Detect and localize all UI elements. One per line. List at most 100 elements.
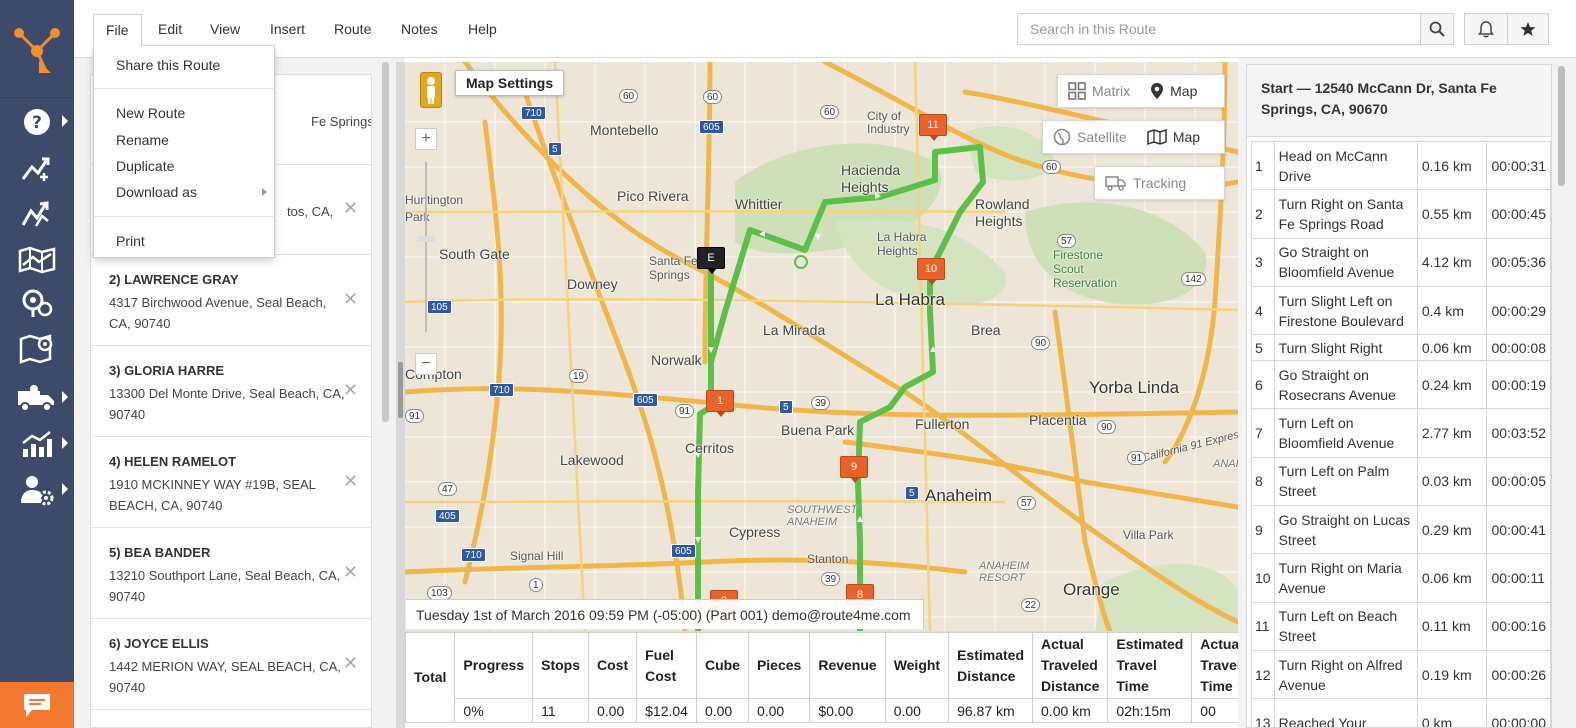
file-menu-dropdown: Share this Route New Route Rename Duplic… [93, 45, 275, 258]
city-label: Cypress [729, 524, 781, 540]
direction-row[interactable]: 2 Turn Right on Santa Fe Springs Road 0.55… [1251, 189, 1551, 239]
direction-row[interactable]: 1 Head on McCann Drive 0.16 km 00:00:31 [1251, 140, 1551, 191]
remove-stop-icon[interactable]: ✕ [343, 199, 358, 217]
menu-help[interactable]: Help [456, 14, 509, 46]
satellite-button[interactable]: Satellite [1043, 121, 1137, 153]
new-route-menu-item[interactable]: New Route [116, 105, 185, 121]
stop-item[interactable]: 6) JOYCE ELLIS 1442 MERION WAY, SEAL BEA… [91, 620, 371, 710]
highway-shield: 90 [1031, 336, 1051, 350]
direction-row[interactable]: 3 Go Straight on Bloomfield Avenue 4.12 km… [1251, 237, 1551, 287]
menu-file[interactable]: File [93, 14, 142, 46]
stop-item[interactable]: 5) BEA BANDER 13210 Southport Lane, Seal… [91, 529, 371, 619]
remove-stop-icon[interactable]: ✕ [343, 563, 358, 581]
street-view-pegman-icon[interactable] [420, 72, 442, 108]
map-view-button[interactable]: Map [1140, 75, 1207, 107]
roadmap-button[interactable]: Map [1137, 121, 1210, 153]
locations-rail-button[interactable] [0, 282, 74, 326]
highway-shield: 22 [1021, 598, 1041, 612]
globe-icon [1053, 128, 1071, 146]
expand-caret-icon [62, 391, 68, 403]
menu-view[interactable]: View [198, 14, 252, 46]
route-totals-table: Total Progress Stops Cost Fuel Cost Cube… [405, 631, 1238, 728]
remove-stop-icon[interactable]: ✕ [343, 381, 358, 399]
menu-route[interactable]: Route [322, 14, 383, 46]
rename-menu-item[interactable]: Rename [116, 132, 169, 148]
column-header: Pieces [747, 632, 811, 699]
stop-marker[interactable]: 9 [840, 456, 868, 483]
step-instruction: Turn Right on Alfred Avenue [1273, 649, 1418, 700]
direction-row[interactable]: 4 Turn Slight Left on Firestone Boulevard… [1251, 285, 1551, 336]
tracking-button[interactable]: Tracking [1094, 166, 1225, 200]
favorites-button[interactable] [1507, 13, 1549, 45]
share-route-menu-item[interactable]: Share this Route [116, 57, 220, 73]
zoom-slider-handle[interactable] [417, 236, 435, 242]
map-settings-button[interactable]: Map Settings [455, 70, 565, 96]
table-cell: 0% [454, 698, 534, 723]
map-routes-rail-button[interactable] [0, 238, 74, 282]
stops-scrollbar[interactable] [382, 62, 389, 422]
remove-stop-icon[interactable]: ✕ [343, 290, 358, 308]
remove-stop-icon[interactable]: ✕ [343, 654, 358, 672]
notifications-button[interactable] [1464, 13, 1508, 45]
direction-row[interactable]: 13 Reached Your 0 km 00:00:00 [1251, 698, 1551, 727]
route-end-marker[interactable]: E [697, 247, 725, 274]
add-route-rail-button[interactable] [0, 146, 74, 190]
direction-row[interactable]: 8 Turn Left on Palm Street 0.03 km 00:00:05 [1251, 456, 1551, 507]
step-number: 7 [1251, 408, 1275, 458]
city-label: Huntington Park [405, 193, 464, 224]
stop-marker[interactable]: 11 [919, 114, 947, 141]
highway-shield: 60 [1042, 160, 1062, 174]
fleet-rail-button[interactable] [0, 376, 74, 420]
analytics-rail-button[interactable] [0, 422, 74, 466]
settings-icon [21, 476, 54, 506]
table-cell: 0.00 [695, 698, 749, 723]
chat-button[interactable] [0, 682, 74, 728]
territories-rail-button[interactable] [0, 326, 74, 370]
help-rail-button[interactable]: ? [0, 100, 74, 144]
directions-scrollbar[interactable] [1558, 66, 1565, 186]
direction-row[interactable]: 12 Turn Right on Alfred Avenue 0.19 km 00:0… [1251, 649, 1551, 700]
step-instruction: Turn Left on Beach Street [1273, 601, 1418, 651]
direction-row[interactable]: 5 Turn Slight Right 0.06 km 00:00:08 [1251, 334, 1551, 362]
direction-row[interactable]: 10 Turn Right on Maria Avenue 0.06 km 00:00… [1251, 553, 1551, 603]
zoom-slider-track[interactable] [425, 162, 427, 332]
zoom-in-button[interactable]: + [415, 128, 437, 150]
route4me-logo[interactable] [0, 0, 74, 98]
highway-shield: 1 [529, 578, 543, 592]
help-icon: ? [24, 109, 50, 135]
zoom-out-button[interactable]: − [415, 353, 437, 375]
direction-row[interactable]: 9 Go Straight on Lucas Street 0.29 km 00:00… [1251, 505, 1551, 555]
highway-shield: 5 [779, 400, 793, 414]
splitter-grip[interactable] [398, 362, 403, 418]
stop-item[interactable]: 3) GLORIA HARRE 13300 Del Monte Drive, S… [91, 347, 371, 437]
menu-insert[interactable]: Insert [258, 14, 317, 46]
menu-edit[interactable]: Edit [146, 14, 194, 46]
remove-stop-icon[interactable]: ✕ [343, 472, 358, 490]
city-label: Downey [567, 276, 618, 292]
direction-row[interactable]: 7 Turn Left on Bloomfield Avenue 2.77 km 00… [1251, 408, 1551, 458]
step-number: 6 [1251, 360, 1275, 410]
stop-item[interactable]: 4) HELEN RAMELOT 1910 MCKINNEY WAY #19B,… [91, 438, 371, 528]
direction-row[interactable]: 11 Turn Left on Beach Street 0.11 km 00:00:… [1251, 601, 1551, 651]
city-label: Hacienda Heights [841, 162, 901, 195]
print-menu-item[interactable]: Print [116, 233, 145, 249]
menu-divider [94, 88, 274, 89]
map-splitter[interactable] [396, 62, 405, 728]
search-input[interactable] [1017, 13, 1421, 45]
table-cell: $0.00 [809, 698, 886, 723]
step-number: 4 [1251, 285, 1275, 336]
menu-notes[interactable]: Notes [389, 14, 450, 46]
direction-row[interactable]: 6 Go Straight on Rosecrans Avenue 0.24 km 0… [1251, 360, 1551, 410]
download-as-menu-item[interactable]: Download as [116, 184, 197, 200]
search-button[interactable] [1420, 13, 1454, 45]
settings-rail-button[interactable] [0, 468, 74, 512]
route-map[interactable]: Montebello Huntington Park Pico Rivera W… [405, 62, 1238, 631]
stop-item[interactable]: 2) LAWRENCE GRAY 4317 Birchwood Avenue, … [91, 256, 371, 346]
directions-list: Start — 12540 McCann Dr, Santa Fe Spring… [1246, 64, 1552, 728]
stop-marker[interactable]: 10 [917, 258, 945, 285]
highway-shield: 91 [675, 404, 695, 418]
duplicate-menu-item[interactable]: Duplicate [116, 158, 174, 174]
routes-rail-button[interactable] [0, 192, 74, 236]
matrix-view-button[interactable]: Matrix [1058, 75, 1140, 107]
stop-marker[interactable]: 1 [706, 390, 734, 417]
